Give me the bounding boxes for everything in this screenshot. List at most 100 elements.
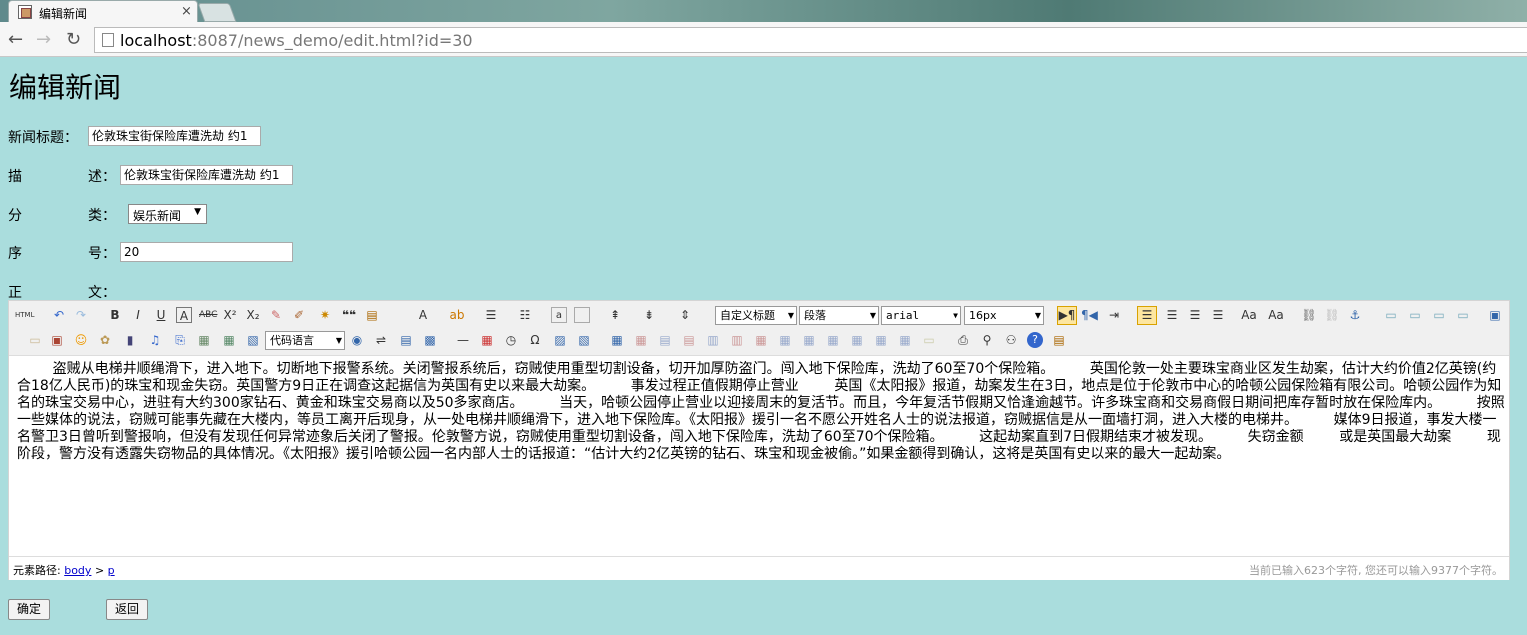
split-cols-icon[interactable]: ▦ [873, 332, 889, 348]
clear-format-icon[interactable]: ✷ [317, 307, 333, 323]
web-app-icon[interactable]: ▧ [245, 332, 261, 348]
emotion-icon[interactable]: ☺ [73, 332, 89, 348]
ordered-list-icon[interactable]: ☰ [483, 307, 499, 323]
background-color-icon[interactable]: ab [449, 307, 465, 323]
auto-type-icon[interactable]: ✐ [291, 307, 307, 323]
split-cells-icon[interactable]: ▦ [825, 332, 841, 348]
align-justify-icon[interactable]: ☰ [1210, 307, 1226, 323]
time-icon[interactable]: ◷ [503, 332, 519, 348]
forward-arrow-icon[interactable]: → [36, 29, 51, 50]
unlink-icon[interactable]: ⛓ [1324, 307, 1340, 323]
insert-table-icon[interactable]: ▦ [609, 332, 625, 348]
insert-video-icon[interactable]: ▮ [122, 332, 138, 348]
delete-col-icon[interactable]: ▥ [729, 332, 745, 348]
map-icon[interactable]: ▦ [196, 332, 212, 348]
anchor-icon[interactable]: ⚓ [1347, 307, 1363, 323]
drafts-icon[interactable]: ▤ [1051, 332, 1067, 348]
lowercase-icon[interactable]: Aa [1268, 307, 1284, 323]
paragraph-format-select[interactable]: 段落 ▼ [799, 306, 879, 325]
path-p-link[interactable]: p [108, 564, 115, 577]
help-icon[interactable]: ? [1027, 332, 1043, 348]
image-right-icon[interactable]: ▭ [1431, 307, 1447, 323]
table-props-icon[interactable]: ▦ [897, 332, 913, 348]
insert-col-icon[interactable]: ▥ [705, 332, 721, 348]
redo-icon[interactable]: ↷ [73, 307, 89, 323]
undo-icon[interactable]: ↶ [51, 307, 67, 323]
back-arrow-icon[interactable]: ← [8, 29, 23, 50]
editor-content[interactable]: 盗贼从电梯井顺绳滑下，进入地下。切断地下报警系统。关闭警报系统后，窃贼使用重型切… [17, 361, 1505, 463]
delete-table-icon[interactable]: ▦ [633, 332, 649, 348]
new-tab-button[interactable] [197, 3, 237, 22]
image-center-icon[interactable]: ▭ [1455, 307, 1471, 323]
blockquote-icon[interactable]: ❝❝ [341, 307, 357, 323]
image-left-icon[interactable]: ▭ [1407, 307, 1423, 323]
scrawl-icon[interactable]: ✿ [97, 332, 113, 348]
reload-icon[interactable]: ↻ [66, 29, 81, 50]
path-body-link[interactable]: body [64, 564, 91, 577]
order-input[interactable]: 20 [120, 242, 293, 262]
strikethrough-icon[interactable]: ABC [199, 307, 217, 323]
page-break-icon[interactable]: ◉ [349, 332, 365, 348]
wordimage-icon[interactable]: ▨ [552, 332, 568, 348]
tab-close-icon[interactable]: × [181, 4, 192, 19]
bold-icon[interactable]: B [107, 307, 123, 323]
clear-doc-icon[interactable] [574, 307, 590, 323]
align-center-icon[interactable]: ☰ [1164, 307, 1180, 323]
align-left-icon[interactable]: ☰ [1137, 306, 1157, 325]
select-all-icon[interactable]: a [551, 307, 567, 323]
gmap-icon[interactable]: ▦ [221, 332, 237, 348]
desc-input[interactable]: 伦敦珠宝街保险库遭洗劫 约1 [120, 165, 293, 185]
template-icon[interactable]: ⇌ [373, 332, 389, 348]
browser-tab[interactable]: 编辑新闻 × [8, 0, 198, 23]
search-replace-icon[interactable]: ▧ [576, 332, 592, 348]
underline-icon[interactable]: U [153, 307, 169, 323]
merge-right-icon[interactable]: ▦ [777, 332, 793, 348]
indent-icon[interactable]: ⇥ [1106, 307, 1122, 323]
format-match-icon[interactable]: ✎ [268, 307, 284, 323]
special-chars-icon[interactable]: Ω [527, 332, 543, 348]
font-size-select[interactable]: 16px ▼ [964, 306, 1044, 325]
italic-icon[interactable]: I [130, 307, 146, 323]
insert-music-icon[interactable]: ♫ [147, 332, 163, 348]
image-none-icon[interactable]: ▭ [1383, 307, 1399, 323]
unordered-list-icon[interactable]: ☷ [517, 307, 533, 323]
paste-plain-icon[interactable]: ▤ [364, 307, 380, 323]
row-spacing-top-icon[interactable]: ⇞ [607, 307, 623, 323]
address-bar[interactable]: localhost:8087/news_demo/edit.html?id=30 [94, 27, 1527, 53]
font-border-icon[interactable]: A [176, 307, 192, 323]
date-icon[interactable]: ▦ [479, 332, 495, 348]
ok-button[interactable]: 确定 [8, 599, 50, 620]
html-source-icon[interactable]: HTML [15, 307, 34, 323]
merge-down-icon[interactable]: ▦ [801, 332, 817, 348]
snapscreen-icon[interactable]: ▩ [422, 332, 438, 348]
merge-cells-icon[interactable]: ▦ [753, 332, 769, 348]
chart-icon[interactable]: ▭ [921, 332, 937, 348]
title-input[interactable]: 伦敦珠宝街保险库遭洗劫 约1 [88, 126, 261, 146]
search-icon[interactable]: ⚇ [1003, 332, 1019, 348]
ltr-direction-icon[interactable]: ▶¶ [1057, 306, 1077, 325]
font-family-select[interactable]: arial ▼ [881, 306, 961, 325]
insert-frame-icon[interactable]: ▭ [27, 332, 43, 348]
rtl-direction-icon[interactable]: ¶◀ [1081, 307, 1098, 323]
background-icon[interactable]: ▤ [398, 332, 414, 348]
insert-row-icon[interactable]: ▤ [657, 332, 673, 348]
code-language-select[interactable]: 代码语言 ▼ [265, 331, 345, 350]
back-button[interactable]: 返回 [106, 599, 148, 620]
row-spacing-bottom-icon[interactable]: ⇟ [641, 307, 657, 323]
category-select[interactable]: 娱乐新闻 ▼ [128, 204, 207, 224]
line-height-icon[interactable]: ⇕ [677, 307, 693, 323]
uppercase-icon[interactable]: Aa [1241, 307, 1257, 323]
fullscreen-icon[interactable]: ▣ [1487, 307, 1503, 323]
font-color-icon[interactable]: A [415, 307, 431, 323]
attachment-icon[interactable]: ⎘ [172, 332, 188, 348]
subscript-icon[interactable]: X₂ [245, 307, 261, 323]
print-icon[interactable]: ⎙ [955, 332, 971, 348]
delete-row-icon[interactable]: ▤ [681, 332, 697, 348]
superscript-icon[interactable]: X² [222, 307, 238, 323]
preview-icon[interactable]: ⚲ [979, 332, 995, 348]
custom-title-select[interactable]: 自定义标题 ▼ [715, 306, 797, 325]
link-icon[interactable]: ⛓ [1301, 307, 1317, 323]
insert-code-icon[interactable]: ▣ [49, 332, 65, 348]
align-right-icon[interactable]: ☰ [1187, 307, 1203, 323]
split-rows-icon[interactable]: ▦ [849, 332, 865, 348]
